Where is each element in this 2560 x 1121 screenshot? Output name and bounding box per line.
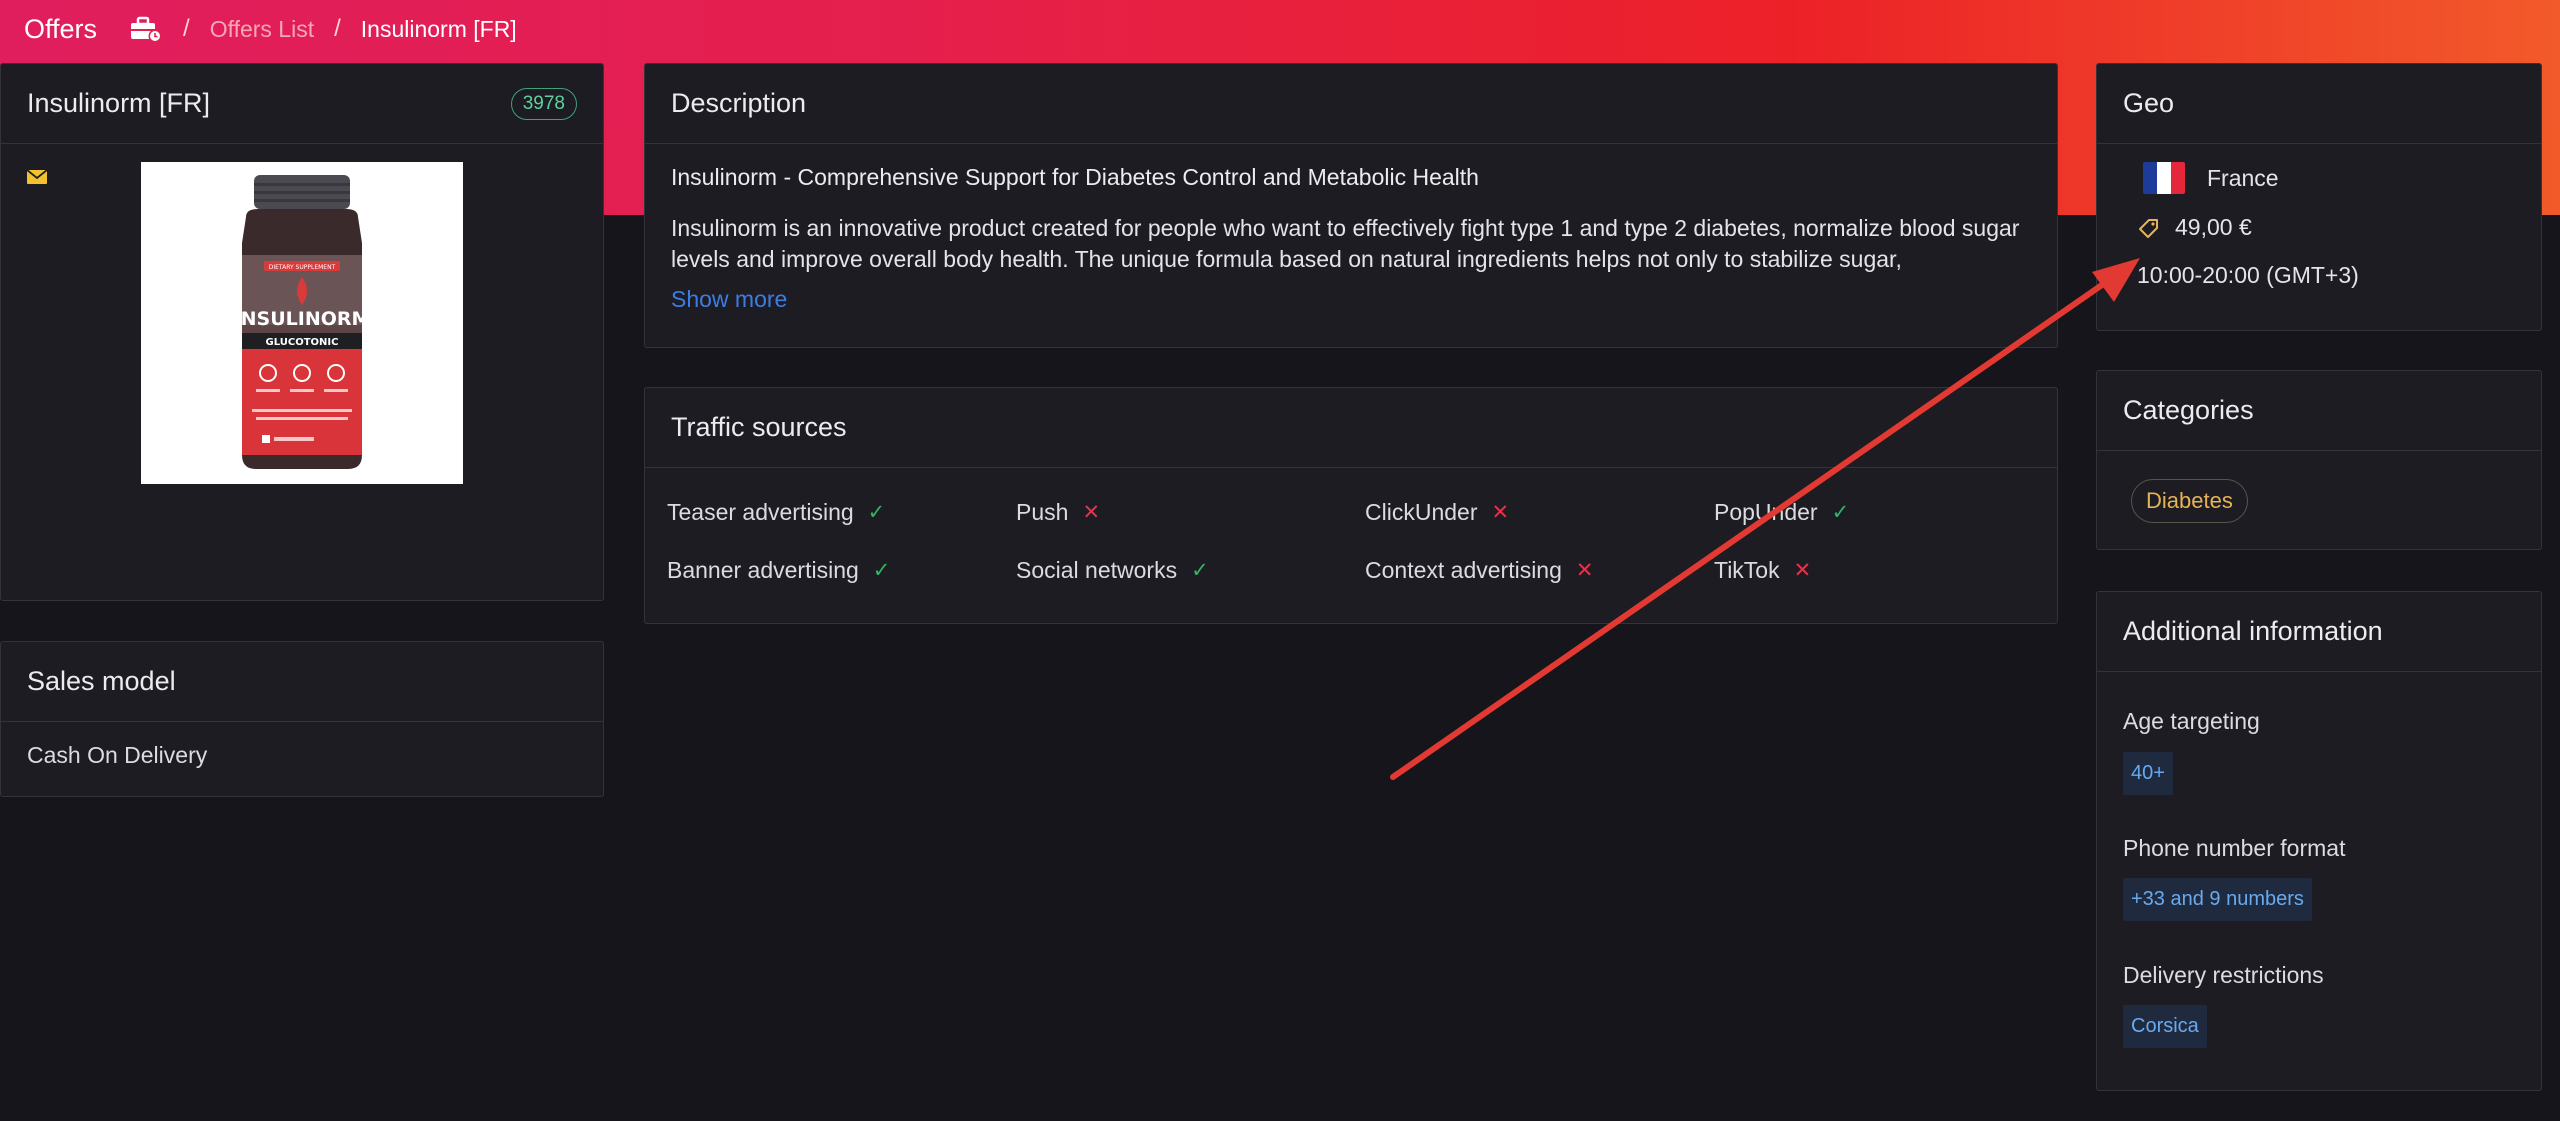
geo-card: Geo France 49,00 € 10:00-20:00 (GMT+3) xyxy=(2096,63,2542,331)
product-card: Insulinorm [FR] 3978 DIETARY SUPPLEMENT … xyxy=(0,63,604,601)
france-flag-icon xyxy=(2143,162,2185,194)
geo-title: Geo xyxy=(2123,88,2175,118)
traffic-source-item: Context advertising ✕ xyxy=(1365,557,1594,584)
traffic-source-item: Banner advertising ✓ xyxy=(667,557,890,584)
phone-format-tag: +33 and 9 numbers xyxy=(2123,878,2312,921)
traffic-source-label: Push xyxy=(1016,499,1069,525)
breadcrumb-separator: / xyxy=(334,15,341,42)
traffic-source-item: TikTok ✕ xyxy=(1714,557,1811,584)
traffic-source-label: PopUnder xyxy=(1714,499,1818,525)
delivery-restrictions-label: Delivery restrictions xyxy=(2123,962,2324,988)
traffic-source-label: ClickUnder xyxy=(1365,499,1478,525)
image-subtitle: GLUCOTONIC xyxy=(266,337,339,348)
additional-info-title: Additional information xyxy=(2123,616,2383,646)
age-targeting-label: Age targeting xyxy=(2123,708,2260,734)
traffic-source-label: Banner advertising xyxy=(667,557,859,583)
geo-country-name: France xyxy=(2207,164,2279,191)
image-top-label: DIETARY SUPPLEMENT xyxy=(269,264,336,271)
traffic-source-label: Social networks xyxy=(1016,557,1178,583)
cross-icon: ✕ xyxy=(1793,559,1812,582)
price-tag-icon xyxy=(2137,216,2161,240)
traffic-source-label: Context advertising xyxy=(1365,557,1562,583)
breadcrumb-separator: / xyxy=(183,15,190,42)
category-badge[interactable]: Diabetes xyxy=(2131,479,2248,523)
categories-title: Categories xyxy=(2123,395,2254,425)
traffic-source-item: Teaser advertising ✓ xyxy=(667,499,885,526)
geo-price: 49,00 € xyxy=(2137,214,2252,241)
check-icon: ✓ xyxy=(867,501,886,524)
sales-model-title: Sales model xyxy=(27,666,176,696)
breadcrumb-offers-list[interactable]: Offers List xyxy=(210,16,314,43)
cross-icon: ✕ xyxy=(1491,501,1510,524)
categories-card: Categories Diabetes xyxy=(2096,370,2542,550)
show-more-link[interactable]: Show more xyxy=(671,286,787,313)
breadcrumb: Offers / Offers List / Insulinorm [FR] xyxy=(0,0,2560,58)
traffic-sources-card: Traffic sources Teaser advertising ✓ Pus… xyxy=(644,387,2058,624)
traffic-source-label: TikTok xyxy=(1714,557,1780,583)
breadcrumb-current: Insulinorm [FR] xyxy=(360,15,517,42)
cross-icon: ✕ xyxy=(1575,559,1594,582)
cross-icon: ✕ xyxy=(1082,501,1101,524)
sales-model-value: Cash On Delivery xyxy=(27,742,208,768)
traffic-source-item: PopUnder ✓ xyxy=(1714,499,1849,526)
envelope-icon[interactable] xyxy=(26,169,48,184)
geo-hours: 10:00-20:00 (GMT+3) xyxy=(2137,262,2359,289)
traffic-source-item: Social networks ✓ xyxy=(1016,557,1209,584)
check-icon: ✓ xyxy=(1831,501,1850,524)
description-headline: Insulinorm - Comprehensive Support for D… xyxy=(671,164,1479,190)
sales-model-card: Sales model Cash On Delivery xyxy=(0,641,604,797)
traffic-title: Traffic sources xyxy=(671,412,847,442)
traffic-source-item: Push ✕ xyxy=(1016,499,1100,526)
section-title[interactable]: Offers xyxy=(24,14,97,45)
description-card: Description Insulinorm - Comprehensive S… xyxy=(644,63,2058,348)
additional-info-card: Additional information Age targeting 40+… xyxy=(2096,591,2542,1091)
delivery-restrictions-tag: Corsica xyxy=(2123,1005,2207,1048)
geo-country: France xyxy=(2143,162,2279,194)
age-targeting-tag: 40+ xyxy=(2123,752,2173,795)
traffic-source-label: Teaser advertising xyxy=(667,499,854,525)
check-icon: ✓ xyxy=(1191,559,1209,582)
image-brand: INSULINORM xyxy=(234,308,371,330)
geo-hours-value: 10:00-20:00 (GMT+3) xyxy=(2137,262,2359,288)
check-icon: ✓ xyxy=(872,559,891,582)
product-image[interactable]: DIETARY SUPPLEMENT INSULINORM GLUCOTONIC xyxy=(141,162,463,484)
traffic-source-item: ClickUnder ✕ xyxy=(1365,499,1509,526)
offers-briefcase-icon[interactable] xyxy=(129,14,163,44)
description-title: Description xyxy=(671,88,807,118)
product-title: Insulinorm [FR] xyxy=(27,88,211,118)
offer-id-badge: 3978 xyxy=(510,87,577,120)
description-text: Insulinorm is an innovative product crea… xyxy=(671,215,2020,272)
offer-page: Offers / Offers List / Insulinorm [FR] I… xyxy=(0,0,2560,1121)
phone-format-label: Phone number format xyxy=(2123,835,2346,861)
geo-price-value: 49,00 € xyxy=(2175,214,2252,240)
